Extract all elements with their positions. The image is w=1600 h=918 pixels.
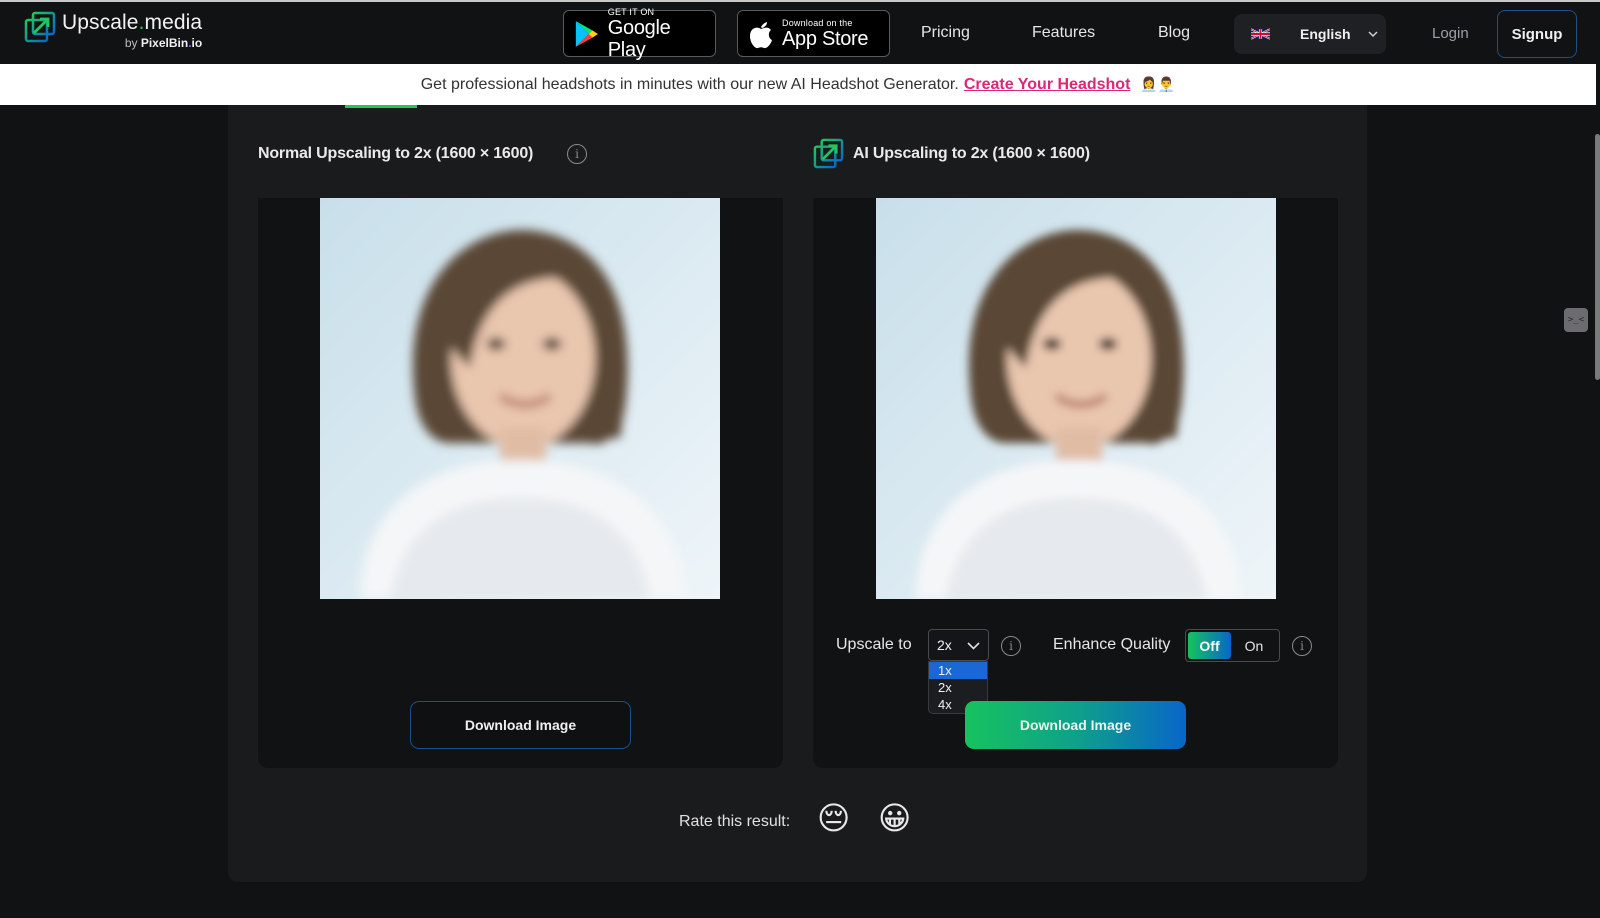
nav-pricing[interactable]: Pricing: [921, 24, 970, 42]
chevron-down-icon: [967, 642, 980, 650]
upscale-option-2x[interactable]: 2x: [929, 679, 987, 696]
language-label: English: [1300, 26, 1351, 42]
promo-banner: Get professional headshots in minutes wi…: [0, 64, 1596, 105]
signup-button[interactable]: Signup: [1497, 10, 1577, 58]
active-tab-indicator: [345, 105, 417, 108]
enhance-quality-label: Enhance Quality: [1053, 636, 1171, 653]
uk-flag-icon: [1251, 28, 1270, 40]
google-play-button[interactable]: GET IT ON Google Play: [563, 6, 716, 61]
google-play-small-text: GET IT ON: [607, 6, 655, 17]
logo[interactable]: Upscale.media by PixelBin.io: [24, 11, 202, 50]
chevron-down-icon: [1368, 31, 1378, 38]
girl-portrait-image: [320, 198, 720, 599]
login-link[interactable]: Login: [1432, 25, 1469, 42]
girl-portrait-image: [876, 198, 1276, 599]
nav-blog[interactable]: Blog: [1158, 24, 1190, 42]
banner-text: Get professional headshots in minutes wi…: [420, 75, 959, 93]
ai-download-button[interactable]: Download Image: [965, 701, 1186, 749]
enhance-quality-toggle[interactable]: Off On: [1185, 629, 1280, 662]
app-store-small-text: Download on the: [782, 17, 853, 28]
page-scrollbar[interactable]: [1595, 134, 1600, 380]
normal-upscaled-image: [320, 198, 720, 599]
app-store-big-text: App Store: [782, 27, 869, 50]
ai-upscaling-title: AI Upscaling to 2x (1600 × 1600): [853, 145, 1090, 162]
upscale-select-value: 2x: [937, 637, 952, 653]
sad-face-rating-icon[interactable]: 😔: [817, 800, 850, 836]
language-selector[interactable]: English: [1234, 14, 1386, 54]
happy-face-rating-icon[interactable]: 😀: [878, 800, 911, 836]
google-play-icon: [575, 20, 598, 47]
top-navbar: Upscale.media by PixelBin.io GET IT ON G…: [0, 2, 1600, 64]
upscale-select[interactable]: 2x: [928, 629, 989, 661]
nav-features[interactable]: Features: [1032, 24, 1095, 42]
rate-result-label: Rate this result:: [679, 813, 791, 830]
ai-upscale-icon: [813, 138, 844, 169]
app-store-button[interactable]: Download on the App Store: [737, 10, 890, 57]
feedback-widget-icon[interactable]: >_<: [1564, 308, 1588, 332]
ai-upscaled-image: [876, 198, 1276, 599]
apple-icon: [750, 21, 772, 48]
normal-download-button[interactable]: Download Image: [410, 701, 631, 749]
upscale-to-label: Upscale to: [836, 636, 912, 653]
enhance-off-option[interactable]: Off: [1188, 632, 1231, 659]
logo-title: Upscale.media: [62, 11, 203, 34]
normal-info-icon[interactable]: i: [567, 144, 587, 164]
upscale-logo-icon: [24, 11, 56, 43]
normal-upscaling-title: Normal Upscaling to 2x (1600 × 1600): [258, 145, 534, 162]
upscale-option-1x[interactable]: 1x: [929, 662, 987, 679]
create-headshot-link[interactable]: Create Your Headshot: [964, 76, 1131, 94]
upscale-info-icon[interactable]: i: [1001, 636, 1021, 656]
logo-subtitle: by PixelBin.io: [124, 36, 203, 50]
enhance-info-icon[interactable]: i: [1292, 636, 1312, 656]
google-play-big-text: Google Play: [607, 16, 671, 61]
enhance-on-option[interactable]: On: [1231, 638, 1277, 654]
headshot-people-icon: 👩‍💼👨‍💼: [1140, 76, 1176, 92]
